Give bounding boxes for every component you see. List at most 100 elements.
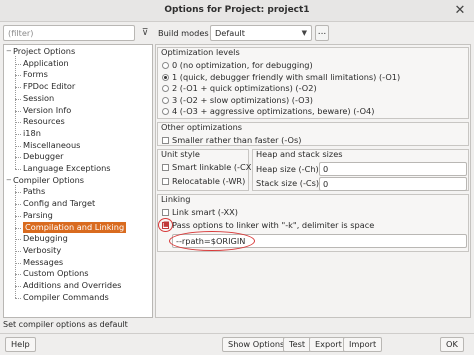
tree-item-label: Debugging (23, 233, 68, 244)
pass-options-label: Pass options to linker with "-k", delimi… (172, 220, 375, 230)
show-options-label: Show Options (228, 339, 285, 349)
tree-item[interactable]: i18n (23, 128, 41, 139)
smart-linkable-label: Smart linkable (-CX) (172, 162, 255, 172)
unit-style-group: Unit style Smart linkable (-CX) Relocata… (157, 149, 255, 191)
tree-item-label: Project Options (13, 46, 76, 56)
import-button[interactable]: Import (343, 337, 383, 352)
checkbox-highlight-annotation (158, 218, 173, 232)
collapse-icon[interactable]: − (6, 46, 12, 57)
tree-item-label: Language Exceptions (23, 163, 111, 173)
optimization-radio[interactable] (162, 108, 169, 115)
close-icon[interactable]: ✕ (452, 3, 468, 19)
tree-item-label: Version Info (23, 104, 72, 115)
optimization-radio[interactable] (162, 62, 169, 69)
compilation-linking-panel: Optimization levels 0 (no optimization, … (155, 44, 471, 318)
tree-item-label: Config and Target (23, 198, 96, 209)
tree-item[interactable]: Custom Options (23, 268, 89, 279)
tree-item[interactable]: Debugger (23, 151, 64, 162)
import-label: Import (349, 339, 377, 349)
heap-stack-title: Heap and stack sizes (256, 149, 343, 159)
tree-item[interactable]: Compiler Commands (23, 292, 109, 303)
status-text: Set compiler options as default (3, 320, 128, 329)
tree-item-label: Additions and Overrides (23, 280, 122, 290)
optimization-option-label: 4 (-O3 + aggressive optimizations, bewar… (172, 106, 375, 116)
tree-item[interactable]: Miscellaneous (23, 140, 80, 151)
tree-item-label: Debugger (23, 151, 64, 162)
export-label: Export (315, 339, 342, 349)
build-modes-combo[interactable]: Default ▼ (210, 25, 312, 41)
tree-item-label: i18n (23, 127, 41, 138)
tree-item[interactable]: Paths (23, 186, 45, 197)
smart-linkable-checkbox[interactable] (162, 164, 169, 171)
link-smart-checkbox[interactable] (162, 209, 169, 216)
ok-button[interactable]: OK (440, 337, 464, 352)
optimization-group: Optimization levels 0 (no optimization, … (157, 47, 469, 119)
title-bar: Options for Project: project1 ✕ (0, 0, 474, 22)
tree-item-label: Miscellaneous (23, 139, 81, 150)
stack-size-input[interactable]: 0 (319, 177, 467, 191)
relocatable-label: Relocatable (-WR) (172, 176, 246, 186)
build-modes-bar: Build modes Default ▼ ... (158, 25, 470, 41)
filter-clear-icon[interactable]: ⊽ (137, 25, 153, 41)
linking-group: Linking Link smart (-XX) Pass options to… (157, 194, 469, 252)
tree-item[interactable]: Additions and Overrides (23, 280, 121, 291)
help-button-label: Help (11, 339, 30, 349)
smaller-label: Smaller rather than faster (-Os) (172, 135, 302, 145)
tree-item-label: Verbosity (23, 244, 62, 255)
tree-connector (15, 297, 21, 299)
options-tree: Project Options − Application Forms FPDoc Ed… (3, 44, 153, 318)
build-modes-label: Build modes (158, 28, 209, 38)
stack-size-label: Stack size (-Cs) (256, 178, 320, 188)
optimization-radio[interactable] (162, 96, 169, 104)
tree-item[interactable]: Version Info (23, 105, 71, 116)
heap-size-input[interactable]: 0 (319, 162, 467, 176)
tree-item-label: FPDoc Editor (23, 81, 76, 92)
optimization-radio[interactable] (162, 85, 169, 92)
optimization-option-label: 1 (quick, debugger friendly with small l… (172, 71, 401, 82)
tree-item-label: Compiler Commands (23, 291, 109, 302)
tree-item[interactable]: Config and Target (23, 198, 95, 209)
tree-item[interactable]: Debugging (23, 233, 68, 244)
tree-item-selected[interactable]: Compilation and Linking (23, 221, 127, 233)
test-button[interactable]: Test (283, 337, 312, 352)
input-highlight-annotation (169, 231, 255, 251)
tree-item[interactable]: Parsing (23, 210, 53, 221)
window-title: Options for Project: project1 (164, 5, 310, 15)
tree-item[interactable]: Session (23, 93, 54, 104)
tree-item[interactable]: Compiler Options (13, 175, 84, 186)
tree-item-label: Paths (23, 186, 46, 197)
build-modes-edit-button[interactable]: ... (315, 25, 329, 41)
smaller-checkbox[interactable] (162, 137, 169, 144)
heap-stack-group: Heap and stack sizes Heap size (-Ch) 0 S… (252, 149, 469, 191)
tree-item[interactable]: Project Options (13, 46, 75, 57)
collapse-icon[interactable]: − (6, 175, 12, 186)
tree-connector-vertical (15, 184, 16, 298)
tree-connector (15, 169, 21, 170)
tree-item-label: Application (23, 57, 69, 68)
tree-item[interactable]: Resources (23, 116, 65, 127)
tree-item-label: Custom Options (23, 268, 89, 279)
optimization-option-label: 0 (no optimization, for debugging) (172, 60, 313, 70)
test-label: Test (289, 339, 306, 349)
linking-title: Linking (161, 194, 191, 204)
button-bar: Help Show Options Test Export Import OK (0, 333, 474, 355)
optimization-option-label: 2 (-O1 + quick optimizations) (-O2) (172, 83, 317, 93)
help-button[interactable]: Help (5, 337, 36, 352)
tree-item[interactable]: Forms (23, 69, 48, 80)
tree-item[interactable]: FPDoc Editor (23, 81, 75, 92)
other-optimizations-group: Other optimizations Smaller rather than … (157, 122, 469, 146)
filter-input[interactable]: (filter) (3, 25, 135, 41)
tree-item[interactable]: Messages (23, 257, 63, 268)
tree-item[interactable]: Application (23, 58, 69, 69)
tree-item-label: Compilation and Linking (25, 221, 125, 232)
ok-label: OK (446, 339, 458, 349)
tree-item[interactable]: Language Exceptions (23, 163, 111, 174)
relocatable-checkbox[interactable] (162, 178, 169, 185)
optimization-radio[interactable] (162, 73, 169, 81)
tree-item-label: Resources (23, 116, 65, 127)
show-options-button[interactable]: Show Options (222, 337, 291, 352)
tree-item-label: Messages (23, 256, 64, 267)
chevron-down-icon: ▼ (301, 29, 307, 37)
export-button[interactable]: Export (309, 337, 348, 352)
tree-item[interactable]: Verbosity (23, 245, 61, 256)
